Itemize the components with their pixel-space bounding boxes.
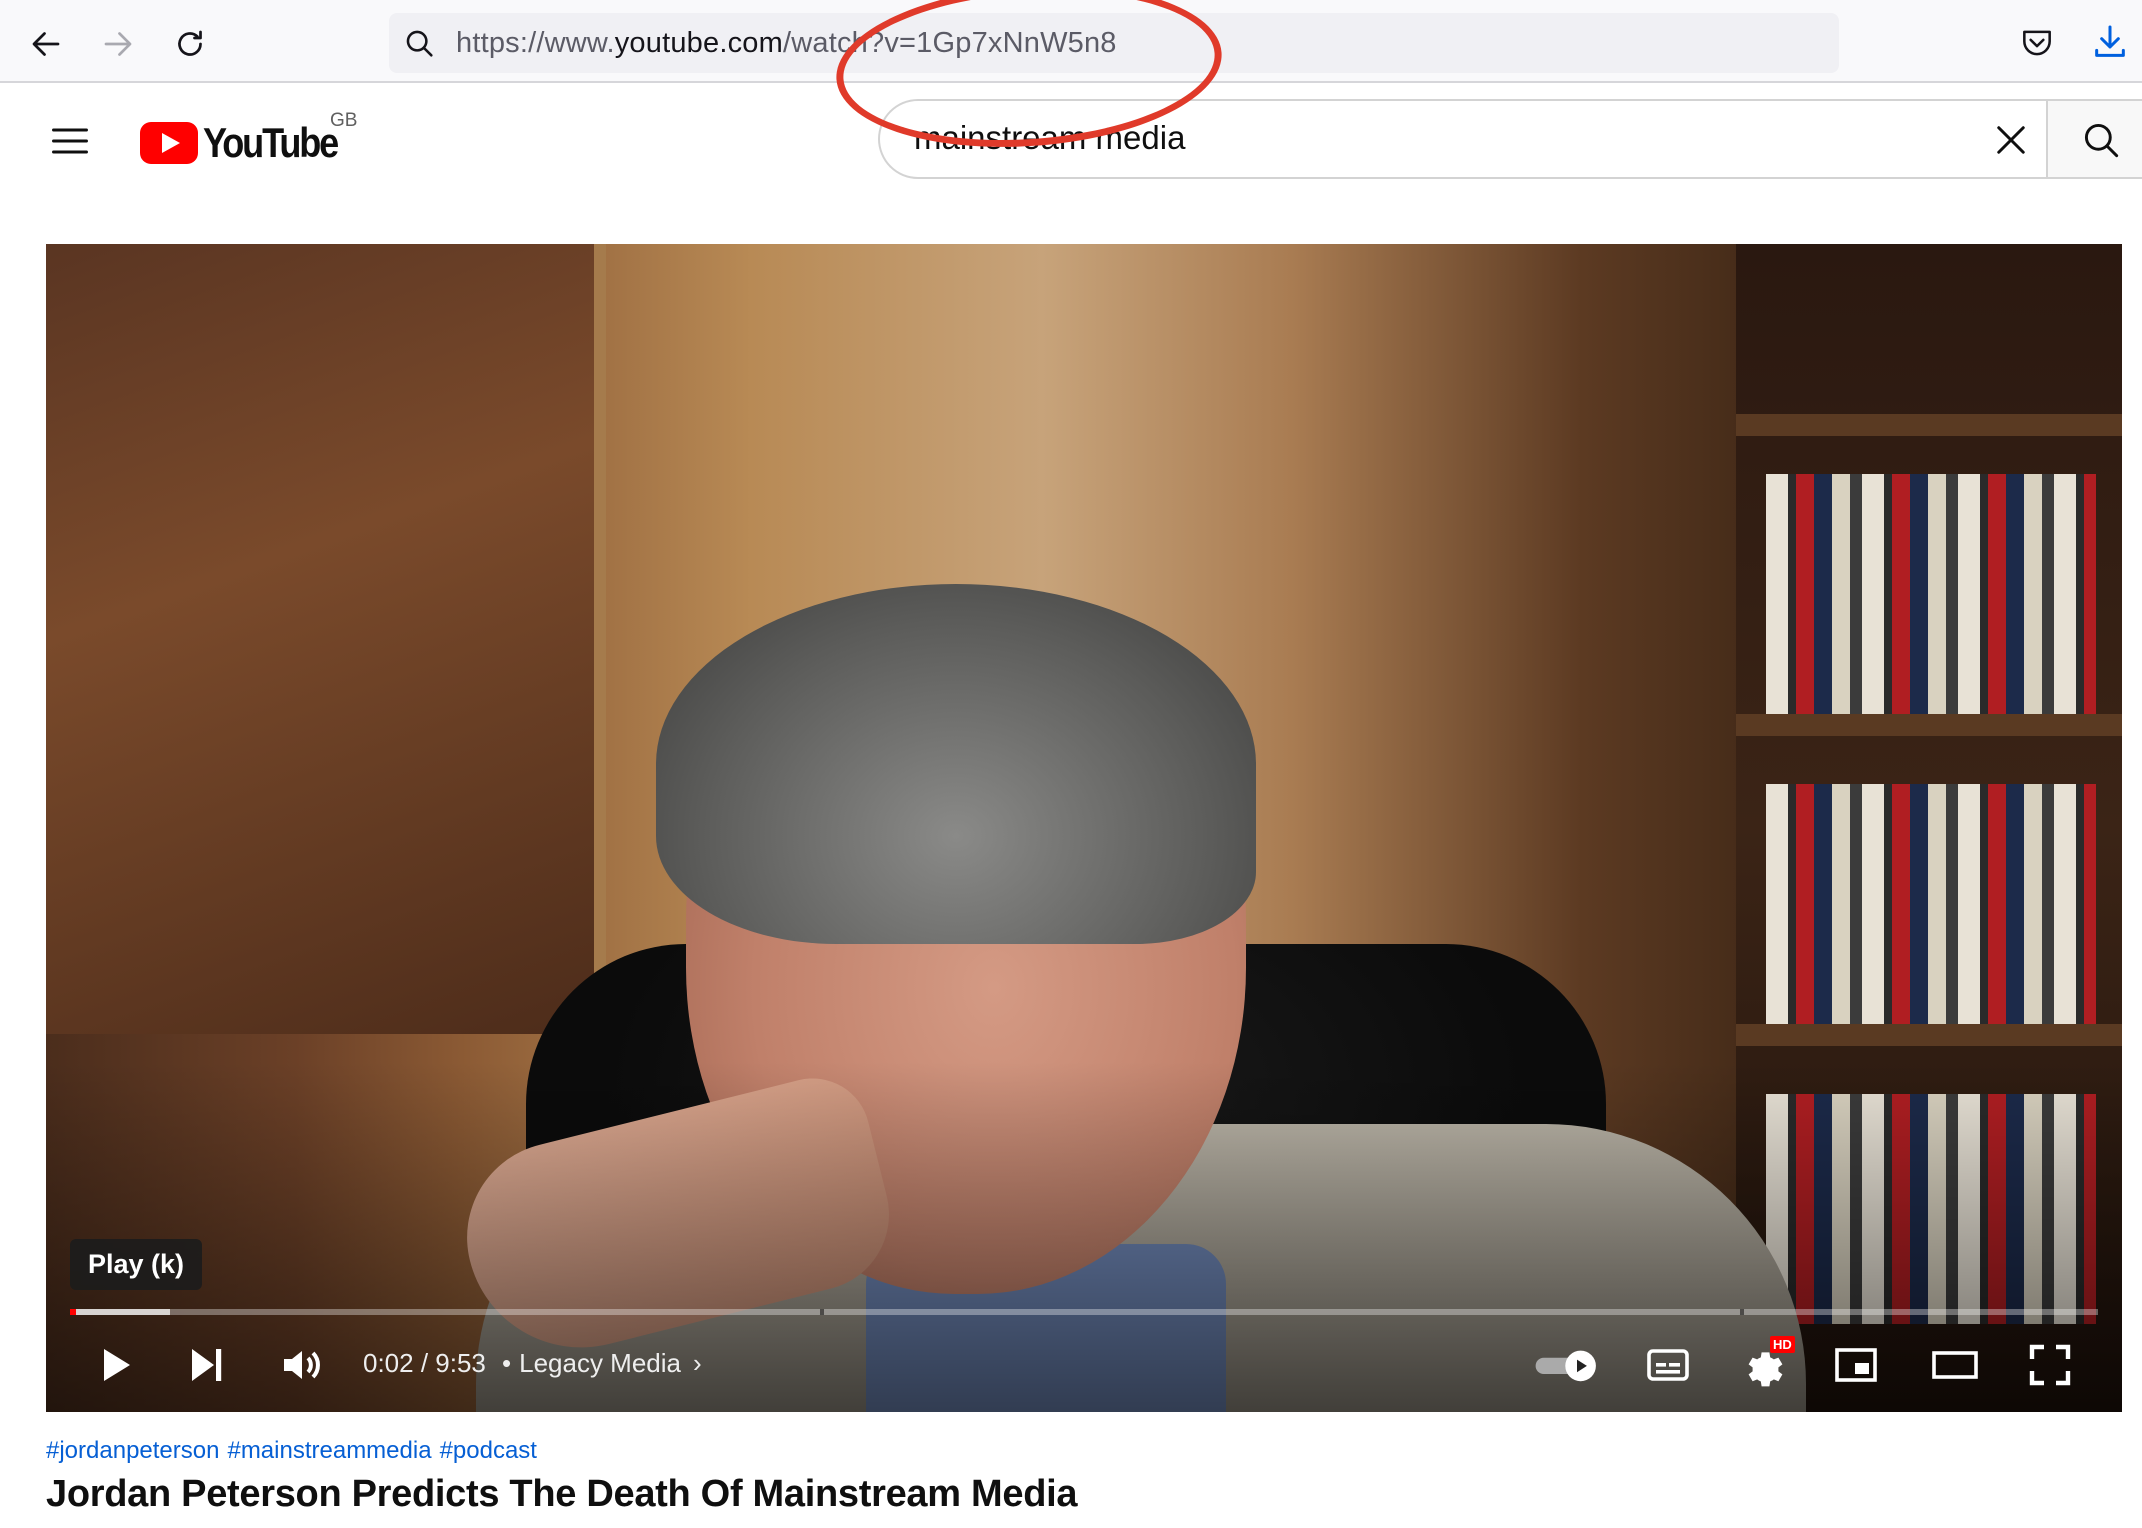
download-icon[interactable] <box>2090 22 2130 62</box>
reload-icon <box>178 30 202 56</box>
hamburger-menu-icon[interactable] <box>48 119 92 163</box>
miniplayer-icon <box>1835 1348 1877 1382</box>
hd-badge: HD <box>1770 1336 1795 1353</box>
progress-played <box>70 1309 76 1315</box>
progress-bar[interactable] <box>70 1309 2098 1315</box>
search-input[interactable]: mainstream media <box>878 99 2048 179</box>
youtube-play-logo-icon <box>140 122 198 164</box>
youtube-wordmark: YouTube <box>203 119 339 166</box>
video-frame <box>46 244 2122 1412</box>
address-bar[interactable]: https://www.youtube.com/watch?v=1Gp7xNnW… <box>389 13 1839 73</box>
url-host: youtube.com <box>614 27 783 59</box>
next-button[interactable] <box>176 1338 236 1392</box>
search-icon <box>2084 123 2119 158</box>
youtube-logo[interactable]: YouTube <box>140 118 359 168</box>
arrow-right-icon <box>104 32 132 56</box>
volume-icon <box>284 1351 320 1379</box>
chapter-dot: • <box>502 1348 512 1378</box>
miniplayer-button[interactable] <box>1824 1338 1888 1392</box>
player-controls: 0:02 / 9:53 • Legacy Media › HD <box>46 1322 2122 1412</box>
hashtag-link[interactable]: #podcast <box>440 1437 537 1464</box>
forward-button[interactable] <box>96 22 140 66</box>
youtube-header: YouTube GB mainstream media <box>0 85 2142 195</box>
url-prefix: https://www. <box>456 27 615 59</box>
clear-search-icon[interactable] <box>1990 119 2032 161</box>
reload-button[interactable] <box>168 22 212 66</box>
url-path: /watch?v=1Gp7xNnW5n8 <box>782 27 1117 59</box>
chapter-marker <box>820 1309 824 1315</box>
hashtags: #jordanpeterson #mainstreammedia #podcast <box>46 1437 545 1465</box>
theater-mode-icon <box>1932 1351 1978 1379</box>
current-time: 0:02 <box>363 1348 414 1378</box>
hashtag-link[interactable]: #jordanpeterson <box>46 1437 219 1464</box>
browser-toolbar: https://www.youtube.com/watch?v=1Gp7xNnW… <box>0 0 2142 83</box>
chapter-title: Legacy Media <box>519 1348 681 1378</box>
autoplay-toggle[interactable] <box>1530 1338 1606 1392</box>
search-button[interactable] <box>2046 99 2142 179</box>
video-title: Jordan Peterson Predicts The Death Of Ma… <box>46 1473 1078 1515</box>
video-player[interactable]: Play (k) 0:02 / 9:53 • Legacy Media › HD <box>46 244 2122 1412</box>
autoplay-toggle-icon <box>1535 1350 1596 1382</box>
chapter-button[interactable]: • Legacy Media › <box>502 1348 702 1379</box>
search-query: mainstream media <box>914 119 1186 156</box>
hashtag-link[interactable]: #mainstreammedia <box>227 1437 431 1464</box>
subtitles-button[interactable] <box>1636 1338 1700 1392</box>
arrow-left-icon <box>32 32 60 56</box>
fullscreen-button[interactable] <box>2018 1338 2082 1392</box>
chapter-marker <box>1740 1309 1744 1315</box>
play-icon <box>104 1349 130 1381</box>
mute-button[interactable] <box>272 1338 332 1392</box>
chevron-right-icon: › <box>693 1348 702 1378</box>
time-display: 0:02 / 9:53 <box>363 1348 486 1379</box>
controls-gradient <box>46 244 2122 1412</box>
play-tooltip: Play (k) <box>70 1239 203 1290</box>
skip-next-icon <box>192 1349 222 1381</box>
country-code: GB <box>330 110 358 131</box>
subtitles-icon <box>1647 1349 1689 1381</box>
fullscreen-icon <box>2029 1344 2071 1386</box>
theater-mode-button[interactable] <box>1920 1338 1990 1392</box>
url-text: https://www.youtube.com/watch?v=1Gp7xNnW… <box>456 27 1117 60</box>
play-button[interactable] <box>84 1338 144 1392</box>
pocket-icon[interactable] <box>2018 24 2056 62</box>
progress-buffered <box>70 1309 170 1315</box>
duration: 9:53 <box>435 1348 486 1378</box>
search-icon <box>406 30 433 57</box>
back-button[interactable] <box>24 22 68 66</box>
time-separator: / <box>413 1348 436 1378</box>
